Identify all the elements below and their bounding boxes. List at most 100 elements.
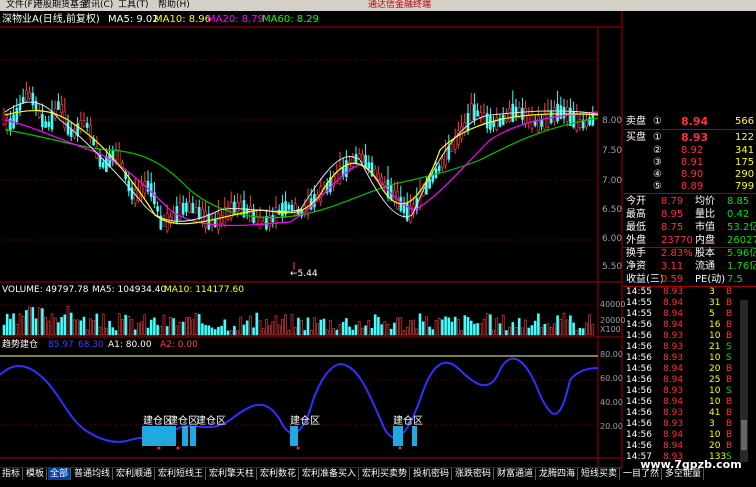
tab-0[interactable]: 指标 [0,468,24,480]
buildup-zone-label: 建仓区 [168,416,198,427]
volume-bar [383,321,387,336]
volume-bar [293,327,297,336]
candle-body [207,213,211,230]
volume-bar [204,325,207,336]
candle-body [172,212,175,222]
volume-bar [341,321,345,336]
volume-bar [441,319,444,336]
volume-bar [121,319,124,336]
candle-body [303,205,307,215]
volume-bar [229,330,233,336]
volume-bar [575,330,579,336]
volume-bar [399,317,403,336]
volume-bar [537,313,540,336]
candle-body [41,114,44,128]
volume-bar [95,313,99,336]
tab-8[interactable]: 宏利准备买入 [300,468,360,480]
volume-bar [239,316,243,336]
volume-bar [434,320,438,336]
volume-bar [47,320,51,336]
stats-cell: 最高 [626,209,646,220]
price-tick: 8.00 [602,116,623,126]
candle-body [437,165,441,172]
tab-12[interactable]: 财富通道 [495,468,537,480]
volume-bar [57,322,60,336]
volume-bar [546,323,550,336]
volume-bar [159,326,163,336]
tab-11[interactable]: 涨跌密码 [453,468,495,480]
volume-bar [530,325,534,336]
tab-2[interactable]: 全部 [48,468,72,480]
volume-bar [332,328,335,336]
tab-14[interactable]: 短线买卖 [579,468,621,480]
volume-bar [15,323,19,336]
candle-body [466,113,470,132]
candle-body [252,211,255,223]
buildup-zone-label: 建仓区 [196,416,226,427]
volume-bar [133,329,137,336]
tab-7[interactable]: 宏利数花 [258,468,300,480]
volume-bar [73,319,76,336]
volume-bar [114,330,118,336]
volume-bar [143,314,147,336]
volume-bar [444,316,447,336]
volume-bar [572,322,575,336]
candle-body [47,121,51,128]
candle-body [441,158,444,168]
tab-13[interactable]: 龙腾四海 [537,468,579,480]
tab-10[interactable]: 投机密码 [411,468,453,480]
volume-bar [514,326,518,336]
candle-body [69,129,73,137]
volume-bar [460,330,463,336]
candle-body [447,146,451,160]
volume-bar [495,317,499,336]
stats-cell: 外盘 [626,235,646,246]
volume-bar [313,317,316,336]
volume-bar [31,307,35,336]
volume-bar [223,319,227,336]
volume-bar [201,323,204,336]
tab-4[interactable]: 宏利顺通 [114,468,156,480]
volume-header: VOLUME: 49797.78 MA5: 104934.40 MA10: 11… [2,284,602,296]
candle-body [357,153,361,159]
stats-cell: 53.2亿 [727,222,756,233]
volume-bar [370,327,374,336]
volume-bar [140,321,143,336]
volume-bar [508,326,511,336]
tab-9[interactable]: 宏利买卖势 [360,468,411,480]
volume-tick: 40000 [600,300,626,309]
tick-row: 14:55 8.94 31 B [626,298,733,308]
volume-bar [479,323,483,336]
stats-cell: 8.79 [661,196,684,207]
volume-bar [185,317,188,336]
volume-bar [316,323,319,336]
tick-row: 14:55 8.93 3 B [626,287,733,297]
indicator-value-1: 85.97 [48,340,74,350]
tick-row: 14:56 8.94 10 B [626,430,733,440]
candle-body [2,113,6,126]
indicator-curve [0,357,599,443]
volume-bar [457,319,460,336]
candle-body [105,156,108,173]
tab-3[interactable]: 普通均线 [72,468,114,480]
volume-bar [236,330,239,336]
volume-bar [367,320,371,336]
volume-bar [345,318,348,336]
buildup-zone-bars [142,426,417,446]
volume-bar [297,317,300,336]
volume-bar [124,314,127,336]
candle-body [217,212,220,231]
candle-body [482,112,486,124]
volume-bar [521,327,524,336]
stats-cell: 量比 [695,209,715,220]
tick-row: 14:56 8.93 21 S [626,342,732,352]
volume-bar [393,322,396,336]
volume-bar [213,329,217,336]
volume-bar [437,318,441,336]
tab-1[interactable]: 模板 [24,468,48,480]
tab-5[interactable]: 宏利短线王 [156,468,207,480]
stats-row: 最低 8.75 市值 53.2亿 [623,221,756,234]
candle-body [213,218,217,228]
candle-body [25,90,28,101]
tab-6[interactable]: 宏利擎天柱 [207,468,258,480]
